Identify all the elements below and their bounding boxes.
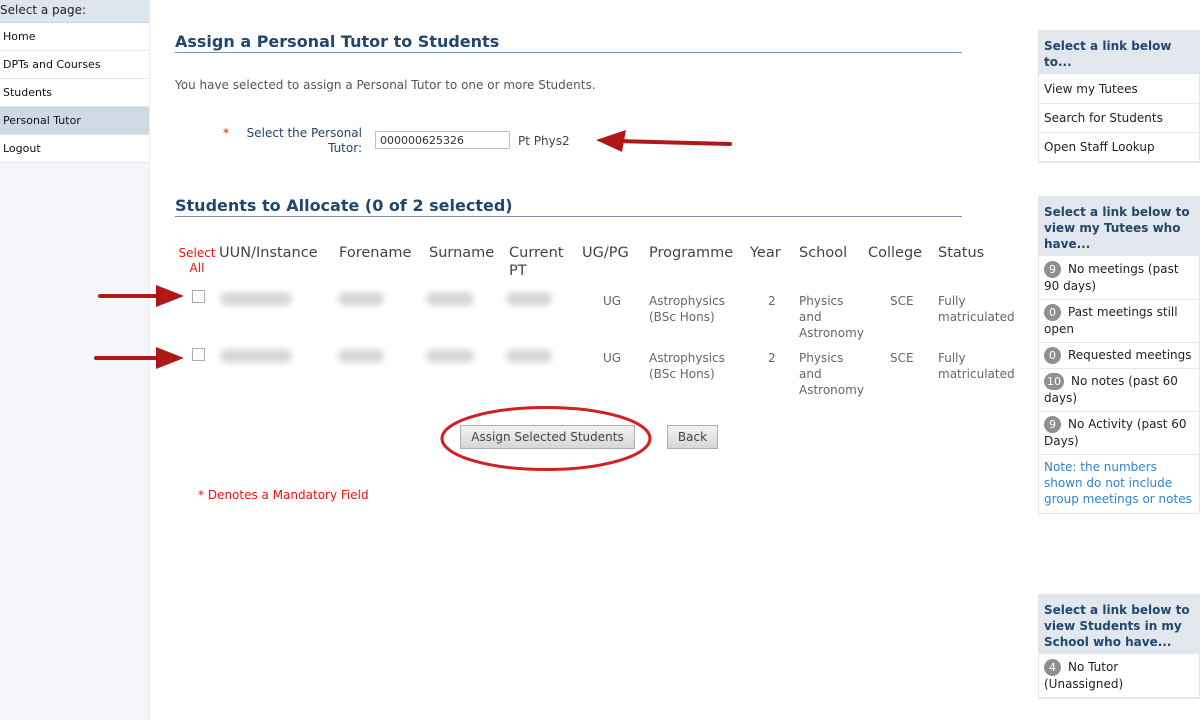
arrow-annotation-icon: [596, 130, 732, 152]
tutees-box: Select a link below to view my Tutees wh…: [1038, 196, 1200, 514]
count-badge: 0: [1044, 304, 1061, 321]
nav-header: Select a page:: [0, 0, 149, 23]
col-current-pt: Current PT: [509, 245, 564, 279]
redacted-current-pt: [506, 349, 552, 363]
links-box: Select a link below to... View my Tutees…: [1038, 30, 1200, 163]
tutor-id-input[interactable]: [375, 131, 510, 149]
students-title: Students to Allocate (0 of 2 selected): [175, 196, 513, 215]
row-status: Fully matriculated: [938, 351, 1015, 381]
filter-label: No notes (past 60 days): [1044, 374, 1178, 405]
tutee-filter-open-meetings[interactable]: 0 Past meetings still open: [1039, 300, 1199, 343]
redacted-current-pt: [506, 292, 552, 306]
tutee-filter-no-notes[interactable]: 10 No notes (past 60 days): [1039, 369, 1199, 412]
mandatory-field-note: * Denotes a Mandatory Field: [198, 488, 369, 502]
row-year: 2: [768, 294, 776, 308]
nav-item-dpts-courses[interactable]: DPTs and Courses: [0, 51, 149, 79]
col-uun: UUN/Instance: [219, 245, 318, 261]
row-programme: Astrophysics (BSc Hons): [649, 351, 725, 381]
redacted-forename: [338, 292, 384, 306]
arrow-annotation-icon: [98, 285, 184, 307]
assign-title: Assign a Personal Tutor to Students: [175, 32, 500, 51]
school-box: Select a link below to view Students in …: [1038, 594, 1200, 699]
row-year: 2: [768, 351, 776, 365]
tutee-filter-requested-meetings[interactable]: 0 Requested meetings: [1039, 343, 1199, 369]
row-college: SCE: [890, 351, 914, 365]
row-college: SCE: [890, 294, 914, 308]
back-button[interactable]: Back: [667, 425, 718, 449]
link-view-my-tutees[interactable]: View my Tutees: [1039, 75, 1199, 104]
assign-intro: You have selected to assign a Personal T…: [175, 78, 596, 92]
nav-item-students[interactable]: Students: [0, 79, 149, 107]
required-marker: *: [223, 126, 229, 140]
highlight-oval-icon: [440, 406, 652, 471]
col-school: School: [799, 245, 848, 261]
row-school: Physics and Astronomy: [799, 351, 864, 397]
tutee-filter-no-meetings[interactable]: 9 No meetings (past 90 days): [1039, 257, 1199, 300]
count-badge: 10: [1044, 373, 1064, 390]
links-box-header: Select a link below to...: [1039, 31, 1199, 75]
filter-label: No Activity (past 60 Days): [1044, 417, 1187, 448]
row-ugpg: UG: [603, 294, 622, 308]
select-all-link[interactable]: Select All: [178, 246, 216, 276]
filter-label: Past meetings still open: [1044, 305, 1178, 336]
col-surname: Surname: [429, 245, 495, 261]
tutee-filter-no-activity[interactable]: 9 No Activity (past 60 Days): [1039, 412, 1199, 455]
link-open-staff-lookup[interactable]: Open Staff Lookup: [1039, 133, 1199, 162]
redacted-forename: [338, 349, 384, 363]
row-status: Fully matriculated: [938, 294, 1015, 324]
arrow-annotation-icon: [94, 347, 184, 369]
row-checkbox[interactable]: [192, 290, 205, 303]
col-status: Status: [938, 245, 985, 261]
nav-item-home[interactable]: Home: [0, 23, 149, 51]
nav-item-personal-tutor[interactable]: Personal Tutor: [0, 107, 149, 135]
count-badge: 9: [1044, 416, 1061, 433]
row-ugpg: UG: [603, 351, 622, 365]
count-badge: 9: [1044, 261, 1061, 278]
col-programme: Programme: [649, 245, 734, 261]
col-college: College: [868, 245, 923, 261]
row-programme: Astrophysics (BSc Hons): [649, 294, 725, 324]
school-filter-no-tutor[interactable]: 4 No Tutor (Unassigned): [1039, 655, 1199, 698]
tutees-box-header: Select a link below to view my Tutees wh…: [1039, 197, 1199, 257]
redacted-uun: [220, 292, 292, 306]
redacted-uun: [220, 349, 292, 363]
filter-label: No meetings (past 90 days): [1044, 262, 1179, 293]
school-box-header: Select a link below to view Students in …: [1039, 595, 1199, 655]
col-ugpg: UG/PG: [582, 245, 629, 261]
redacted-surname: [426, 349, 474, 363]
col-forename: Forename: [339, 245, 412, 261]
tutor-name: Pt Phys2: [518, 134, 570, 148]
tutees-note: Note: the numbers shown do not include g…: [1039, 455, 1199, 513]
assign-title-rule: [175, 52, 962, 53]
redacted-surname: [426, 292, 474, 306]
filter-label: Requested meetings: [1068, 348, 1192, 362]
link-search-students[interactable]: Search for Students: [1039, 104, 1199, 133]
tutor-label: Select the Personal Tutor:: [246, 126, 362, 155]
nav-item-logout[interactable]: Logout: [0, 135, 149, 163]
count-badge: 4: [1044, 659, 1061, 676]
main-content: Assign a Personal Tutor to Students You …: [150, 0, 1030, 720]
row-school: Physics and Astronomy: [799, 294, 864, 340]
count-badge: 0: [1044, 347, 1061, 364]
row-checkbox[interactable]: [192, 348, 205, 361]
students-title-rule: [175, 216, 962, 217]
col-year: Year: [750, 245, 781, 261]
